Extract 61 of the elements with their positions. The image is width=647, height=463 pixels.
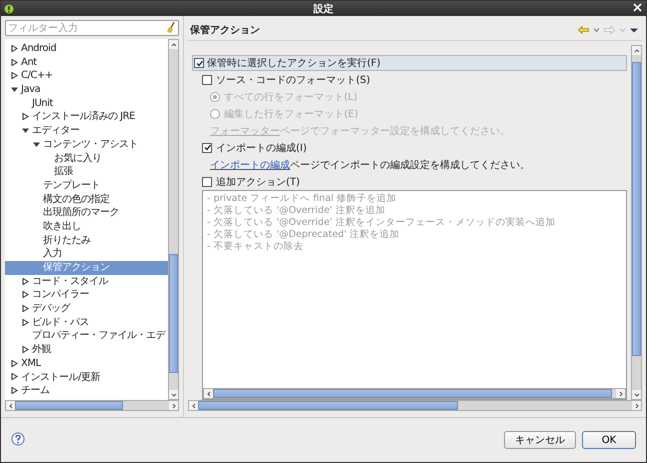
dialog-button[interactable]: OK <box>582 431 636 449</box>
scrollbar[interactable] <box>631 45 642 400</box>
checkbox[interactable] <box>202 176 212 186</box>
tree-item[interactable]: 外観 <box>5 343 168 357</box>
dialog-button[interactable]: キャンセル <box>504 431 576 449</box>
tree-item[interactable]: コンテンツ・アシスト <box>5 138 168 152</box>
tree-item[interactable]: インストール済みの JRE <box>5 110 168 124</box>
checkbox-label[interactable]: ソース・コードのフォーマット(S) <box>216 72 370 86</box>
collapsed-arrow-icon[interactable] <box>22 113 28 120</box>
dropdown-caret-icon <box>620 28 625 32</box>
tree-item[interactable]: インストール/更新 <box>5 370 168 384</box>
scrollbar[interactable] <box>188 400 642 411</box>
back-arrow-icon[interactable] <box>578 26 589 34</box>
action-item: - 欠落している '@Override' 注釈を追加 <box>207 205 386 217</box>
action-item: - 欠落している '@Override' 注釈をインターフェース・メソッドの実装へ追加 <box>207 217 556 229</box>
tree-item[interactable]: 吹き出し <box>5 220 168 234</box>
settings-link[interactable]: インポートの編成 <box>210 160 290 170</box>
broom-icon[interactable] <box>166 22 176 33</box>
app-icon <box>4 4 14 14</box>
forward-arrow-icon <box>604 26 615 34</box>
tree-item[interactable]: XML <box>5 356 168 370</box>
tree-item[interactable]: プロパティー・ファイル・エデ <box>5 329 168 344</box>
checkbox-label[interactable]: インポートの編成(I) <box>216 140 307 154</box>
tree-item[interactable]: 拡張 <box>5 165 168 179</box>
page-title: 保管アクション <box>188 24 261 37</box>
scrollbar[interactable] <box>168 39 179 400</box>
tree-item[interactable]: 入力 <box>5 247 168 261</box>
action-item: - 欠落している '@Deprecated' 注釈を追加 <box>207 229 401 241</box>
tree-item[interactable]: JUnit <box>5 96 168 110</box>
checkbox[interactable] <box>194 58 204 68</box>
checkbox[interactable] <box>202 142 212 152</box>
window-title: 設定 <box>314 4 334 14</box>
action-item: - private フィールドへ final 修飾子を追加 <box>207 193 398 205</box>
hint-text: フォーマッターページでフォーマッター設定を構成してください。 <box>210 124 510 138</box>
tree-item[interactable]: コンパイラー <box>5 288 168 302</box>
tree-item[interactable]: Android <box>5 42 168 56</box>
tree-item[interactable]: テンプレート <box>5 178 168 193</box>
checkbox[interactable] <box>202 74 212 84</box>
tree-item[interactable]: チーム <box>5 384 168 398</box>
close-icon[interactable] <box>633 3 642 12</box>
tree-item[interactable]: エディター <box>5 124 168 138</box>
help-icon[interactable] <box>11 432 25 446</box>
filter-field[interactable]: フィルター入力 <box>5 20 179 36</box>
view-menu-icon[interactable] <box>630 28 638 32</box>
checkbox-label[interactable]: 追加アクション(T) <box>216 174 300 188</box>
tree-item[interactable]: Java <box>5 83 168 97</box>
tree-item[interactable]: ビルド・パス <box>5 316 168 330</box>
tree-item[interactable]: お気に入り <box>5 152 168 166</box>
scrollbar[interactable] <box>203 388 626 399</box>
tree-item[interactable]: 出現箇所のマーク <box>5 206 168 220</box>
tree-item[interactable]: 折りたたみ <box>5 234 168 248</box>
expanded-arrow-icon[interactable] <box>10 86 18 93</box>
tree-item[interactable]: C/C++ <box>5 69 168 84</box>
action-item: - 不要キャストの除去 <box>207 241 304 253</box>
dropdown-caret-icon[interactable] <box>594 28 599 32</box>
scrollbar[interactable] <box>5 400 179 411</box>
tree-item[interactable]: 構文の色の指定 <box>5 192 168 206</box>
hint-text: インポートの編成ページでインポートの編成設定を構成してください。 <box>210 158 530 172</box>
tree-item[interactable]: Ant <box>5 56 168 70</box>
tree-item[interactable]: デバッグ <box>5 302 168 316</box>
tree-item[interactable]: コード・スタイル <box>5 274 168 288</box>
